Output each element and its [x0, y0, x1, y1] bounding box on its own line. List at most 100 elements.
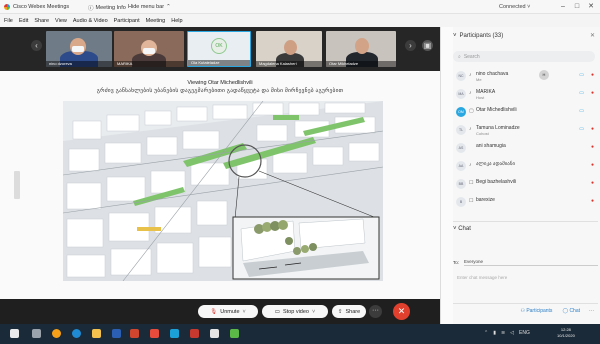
- volume-icon[interactable]: ◁: [510, 330, 514, 336]
- chevron-right-icon: ›: [409, 41, 412, 50]
- chevron-down-icon: ˅: [453, 226, 457, 232]
- video-tile[interactable]: Magdalena Kalasheri: [256, 31, 322, 67]
- chrome-icon[interactable]: [52, 329, 61, 338]
- app-title-area: Cisco Webex Meetings: [4, 4, 69, 10]
- unmute-button[interactable]: 🎙 Unmute ˅: [198, 305, 258, 318]
- stop-video-label: Stop video: [282, 308, 309, 315]
- close-panel-icon[interactable]: ✕: [590, 32, 595, 39]
- video-icon: ▭: [579, 108, 584, 114]
- participant-head: [284, 40, 297, 55]
- end-meeting-button[interactable]: ✕: [393, 303, 410, 320]
- chat-tab[interactable]: ◯ Chat: [562, 308, 580, 314]
- menu-share[interactable]: Share: [34, 18, 49, 24]
- acrobat-icon[interactable]: [190, 329, 199, 338]
- meeting-stage: ‹ nino dzoreva MARIKA OK Ola Kutateladze: [0, 27, 440, 324]
- menu-view[interactable]: View: [55, 18, 67, 24]
- participant-role: Host: [476, 95, 485, 100]
- avatar: AA: [456, 161, 466, 171]
- mic-muted-icon: ●: [590, 126, 594, 132]
- app-icon-red[interactable]: [150, 329, 159, 338]
- participant-row[interactable]: B ☐ barexize ●: [453, 193, 598, 211]
- participant-row[interactable]: OM ▢ Otar Michedlishvili ▭: [453, 103, 598, 121]
- participant-name: ალიკა ადამიანი: [476, 161, 516, 167]
- taskbar-clock[interactable]: 12:28 10/1/2020: [557, 327, 575, 339]
- recipient-select[interactable]: Everyone: [464, 259, 598, 266]
- share-icon: ⇪: [337, 308, 343, 315]
- mic-muted-icon: ●: [590, 180, 594, 186]
- video-tile[interactable]: MARIKA: [114, 31, 184, 67]
- more-options-button[interactable]: ···: [369, 305, 382, 318]
- webex-taskbar-icon[interactable]: [230, 329, 239, 338]
- video-tile-active[interactable]: OK Ola Kutateladze: [187, 31, 251, 67]
- participants-tab[interactable]: ⚇ Participants: [520, 308, 552, 314]
- chat-tab-label: Chat: [569, 307, 580, 314]
- menu-help[interactable]: Help: [171, 18, 182, 24]
- phone-icon: ☐: [469, 198, 474, 204]
- viewing-label: Viewing Otar Michedlishvili: [187, 80, 253, 86]
- share-label: Share: [345, 308, 361, 315]
- app-icon-white[interactable]: [210, 329, 219, 338]
- minimize-button[interactable]: –: [556, 2, 570, 12]
- participants-panel: ˅ Participants (33) ✕ ⌕ Search NC ♪ nino…: [440, 27, 600, 324]
- info-icon: ⓘ: [88, 6, 94, 12]
- chat-message-input[interactable]: Enter chat message here: [453, 275, 598, 285]
- connection-label: Connected: [499, 4, 526, 10]
- panel-more-button[interactable]: ···: [589, 308, 594, 314]
- participants-title: Participants (33): [459, 33, 504, 39]
- webex-logo-icon: [4, 4, 10, 10]
- menu-file[interactable]: File: [4, 18, 13, 24]
- menu-bar: File Edit Share View Audio & Video Parti…: [0, 14, 440, 27]
- edge-icon[interactable]: [72, 329, 81, 338]
- task-view-icon[interactable]: [32, 329, 41, 338]
- menu-edit[interactable]: Edit: [19, 18, 28, 24]
- maximize-button[interactable]: □: [570, 2, 584, 12]
- word-icon[interactable]: [112, 329, 121, 338]
- close-window-button[interactable]: ✕: [584, 2, 598, 12]
- menu-meeting[interactable]: Meeting: [146, 18, 166, 24]
- chat-header[interactable]: ˅ Chat: [453, 221, 598, 232]
- video-tile-name: MARIKA: [114, 61, 184, 67]
- participant-row[interactable]: AS ani shamugia ●: [453, 139, 598, 157]
- video-tile[interactable]: nino dzoreva: [46, 31, 112, 67]
- unmute-label: Unmute: [220, 308, 240, 315]
- host-badge: H: [539, 70, 549, 80]
- mic-muted-icon: ●: [590, 90, 594, 96]
- participant-search-input[interactable]: ⌕ Search: [453, 51, 595, 62]
- strip-prev-button[interactable]: ‹: [31, 40, 42, 51]
- app-icon-blue[interactable]: [170, 329, 179, 338]
- strip-next-button[interactable]: ›: [405, 40, 416, 51]
- file-explorer-icon[interactable]: [92, 329, 101, 338]
- hide-menu-bar-button[interactable]: Hide menu bar ⌃: [128, 4, 171, 10]
- powerpoint-icon[interactable]: [130, 329, 139, 338]
- chevron-up-icon[interactable]: ⌃: [484, 330, 488, 336]
- participants-header[interactable]: ˅ Participants (33): [453, 33, 598, 39]
- menu-audio-video[interactable]: Audio & Video: [73, 18, 108, 24]
- participant-row[interactable]: NC ♪ nino chachava Me H ▭ ●: [453, 67, 598, 85]
- stop-video-button[interactable]: ▭ Stop video ˅: [262, 305, 328, 318]
- panel-gutter: [441, 27, 453, 324]
- face-mask: [72, 46, 84, 52]
- battery-icon[interactable]: ▮: [493, 330, 496, 336]
- participant-row[interactable]: AA ♪ ალიკა ადამიანი ●: [453, 157, 598, 175]
- side-handle[interactable]: [14, 171, 20, 199]
- windows-start-icon[interactable]: [10, 329, 19, 338]
- participant-name: barexize: [476, 197, 495, 203]
- share-button[interactable]: ⇪ Share: [332, 305, 366, 318]
- video-tile-name: Otar Mikheladze: [326, 61, 396, 67]
- menu-participant[interactable]: Participant: [114, 18, 140, 24]
- participant-row[interactable]: BB ☐ Begi bazhelashvili ●: [453, 175, 598, 193]
- language-indicator[interactable]: ENG: [519, 330, 530, 336]
- participant-row[interactable]: TL ♪ Tamuna Lominadze Cohost ▭ ●: [453, 121, 598, 139]
- participant-role: Me: [476, 77, 482, 82]
- mic-icon: ♪: [469, 162, 472, 168]
- mic-muted-icon: ●: [590, 162, 594, 168]
- connection-status[interactable]: Connected ˅: [499, 4, 530, 10]
- video-tile-name: Magdalena Kalasheri: [256, 61, 322, 67]
- participant-row[interactable]: MA ♪ MARIKA Host ▭ ●: [453, 85, 598, 103]
- video-tile[interactable]: Otar Mikheladze: [326, 31, 396, 67]
- inset-detail-render: [232, 216, 380, 280]
- meeting-info-button[interactable]: ⓘ Meeting Info: [88, 4, 126, 12]
- avatar: NC: [456, 71, 466, 81]
- layout-button[interactable]: ▣: [422, 40, 433, 51]
- wifi-icon[interactable]: ≋: [501, 330, 505, 336]
